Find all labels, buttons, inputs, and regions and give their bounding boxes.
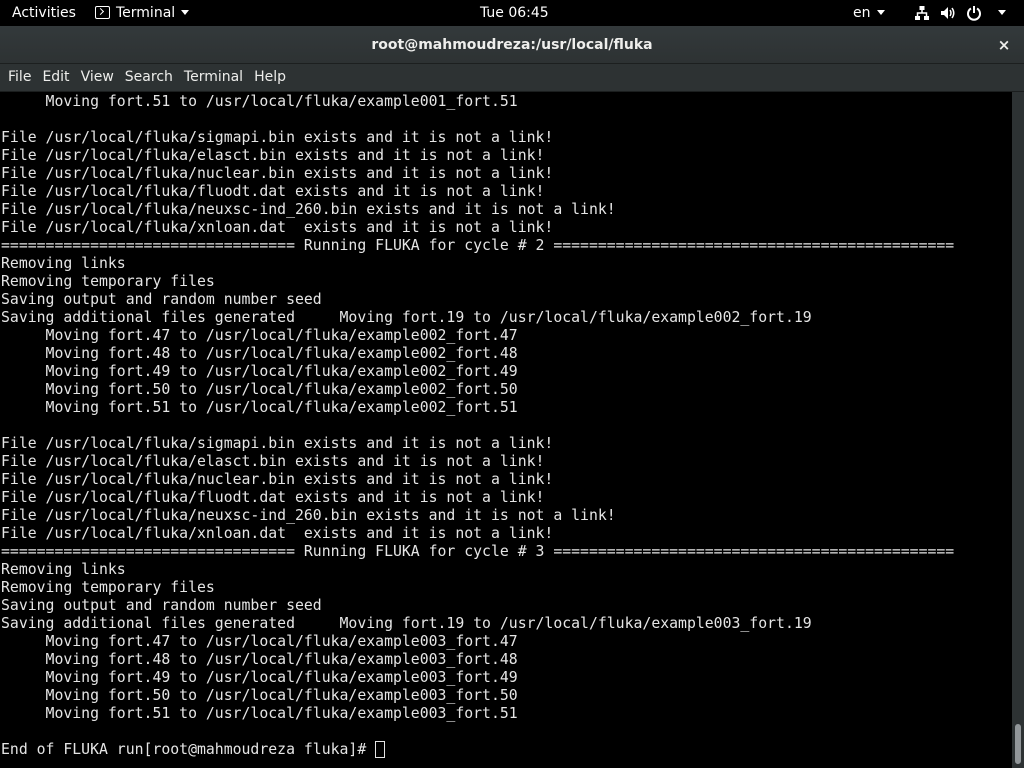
terminal-line: File /usr/local/fluka/nuclear.bin exists… [1, 471, 554, 488]
menubar: File Edit View Search Terminal Help [0, 64, 1024, 92]
terminal-line: Removing temporary files [1, 273, 215, 290]
terminal-line: File /usr/local/fluka/fluodt.dat exists … [1, 489, 545, 506]
close-button[interactable]: × [994, 35, 1014, 55]
chevron-down-icon [998, 10, 1006, 15]
language-menu-button[interactable]: en [853, 0, 885, 26]
terminal-line: File /usr/local/fluka/xnloan.dat exists … [1, 525, 554, 542]
terminal-line: File /usr/local/fluka/elasct.bin exists … [1, 147, 545, 164]
terminal-line: Saving output and random number seed [1, 291, 322, 308]
scrollbar-thumb[interactable] [1015, 724, 1021, 764]
prompt-line[interactable]: End of FLUKA run[root@mahmoudreza fluka]… [1, 741, 954, 759]
terminal-line: Moving fort.50 to /usr/local/fluka/examp… [1, 687, 518, 704]
terminal-line: Moving fort.47 to /usr/local/fluka/examp… [1, 633, 518, 650]
clock[interactable]: Tue 06:45 [480, 0, 549, 26]
terminal-line: Saving output and random number seed [1, 597, 322, 614]
window-title: root@mahmoudreza:/usr/local/fluka [371, 37, 653, 53]
terminal-output[interactable]: Moving fort.51 to /usr/local/fluka/examp… [0, 92, 1012, 768]
window-titlebar[interactable]: root@mahmoudreza:/usr/local/fluka × [0, 26, 1024, 64]
system-menu-button[interactable] [914, 0, 1006, 26]
menu-file[interactable]: File [0, 64, 31, 91]
chevron-down-icon [181, 10, 190, 15]
terminal-icon [95, 6, 110, 19]
terminal-line: Saving additional files generated Moving… [1, 615, 812, 632]
volume-icon [941, 7, 955, 19]
terminal-line: File /usr/local/fluka/elasct.bin exists … [1, 453, 545, 470]
terminal-scrollbar[interactable] [1012, 92, 1024, 768]
terminal-line: Moving fort.51 to /usr/local/fluka/examp… [1, 93, 518, 110]
terminal-line: File /usr/local/fluka/neuxsc-ind_260.bin… [1, 201, 616, 218]
terminal-line: ================================= Runnin… [1, 237, 955, 254]
terminal-line: File /usr/local/fluka/fluodt.dat exists … [1, 183, 545, 200]
terminal-line: File /usr/local/fluka/neuxsc-ind_260.bin… [1, 507, 616, 524]
network-icon [915, 6, 929, 20]
terminal-line: Saving additional files generated Moving… [1, 309, 812, 326]
top-panel: Activities Terminal Tue 06:45 en [0, 0, 1024, 26]
menu-terminal[interactable]: Terminal [176, 64, 243, 91]
terminal-line: Removing temporary files [1, 579, 215, 596]
terminal-line: Moving fort.49 to /usr/local/fluka/examp… [1, 669, 518, 686]
terminal-line: Moving fort.47 to /usr/local/fluka/examp… [1, 327, 518, 344]
terminal-line: Removing links [1, 561, 126, 578]
shell-prompt: End of FLUKA run[root@mahmoudreza fluka]… [1, 741, 376, 758]
terminal-line: Moving fort.49 to /usr/local/fluka/examp… [1, 363, 518, 380]
terminal-line: Removing links [1, 255, 126, 272]
terminal-line: File /usr/local/fluka/nuclear.bin exists… [1, 165, 554, 182]
terminal-line: Moving fort.51 to /usr/local/fluka/examp… [1, 399, 518, 416]
app-menu-button[interactable]: Terminal [95, 0, 190, 26]
terminal-line: Moving fort.50 to /usr/local/fluka/examp… [1, 381, 518, 398]
power-icon [967, 6, 981, 21]
menu-edit[interactable]: Edit [34, 64, 69, 91]
terminal-line: File /usr/local/fluka/sigmapi.bin exists… [1, 435, 554, 452]
terminal-line: File /usr/local/fluka/xnloan.dat exists … [1, 219, 554, 236]
menu-help[interactable]: Help [246, 64, 286, 91]
activities-button[interactable]: Activities [12, 0, 76, 26]
chevron-down-icon [876, 10, 885, 15]
language-label: en [853, 5, 871, 21]
text-cursor [375, 741, 386, 758]
terminal-lines: Moving fort.51 to /usr/local/fluka/examp… [1, 93, 954, 759]
app-menu-label: Terminal [116, 5, 176, 21]
menu-view[interactable]: View [73, 64, 114, 91]
terminal-line: Moving fort.51 to /usr/local/fluka/examp… [1, 705, 518, 722]
terminal-line: Moving fort.48 to /usr/local/fluka/examp… [1, 651, 518, 668]
menu-search[interactable]: Search [117, 64, 173, 91]
terminal-line: File /usr/local/fluka/sigmapi.bin exists… [1, 129, 554, 146]
terminal-line: Moving fort.48 to /usr/local/fluka/examp… [1, 345, 518, 362]
terminal-line: ================================= Runnin… [1, 543, 955, 560]
